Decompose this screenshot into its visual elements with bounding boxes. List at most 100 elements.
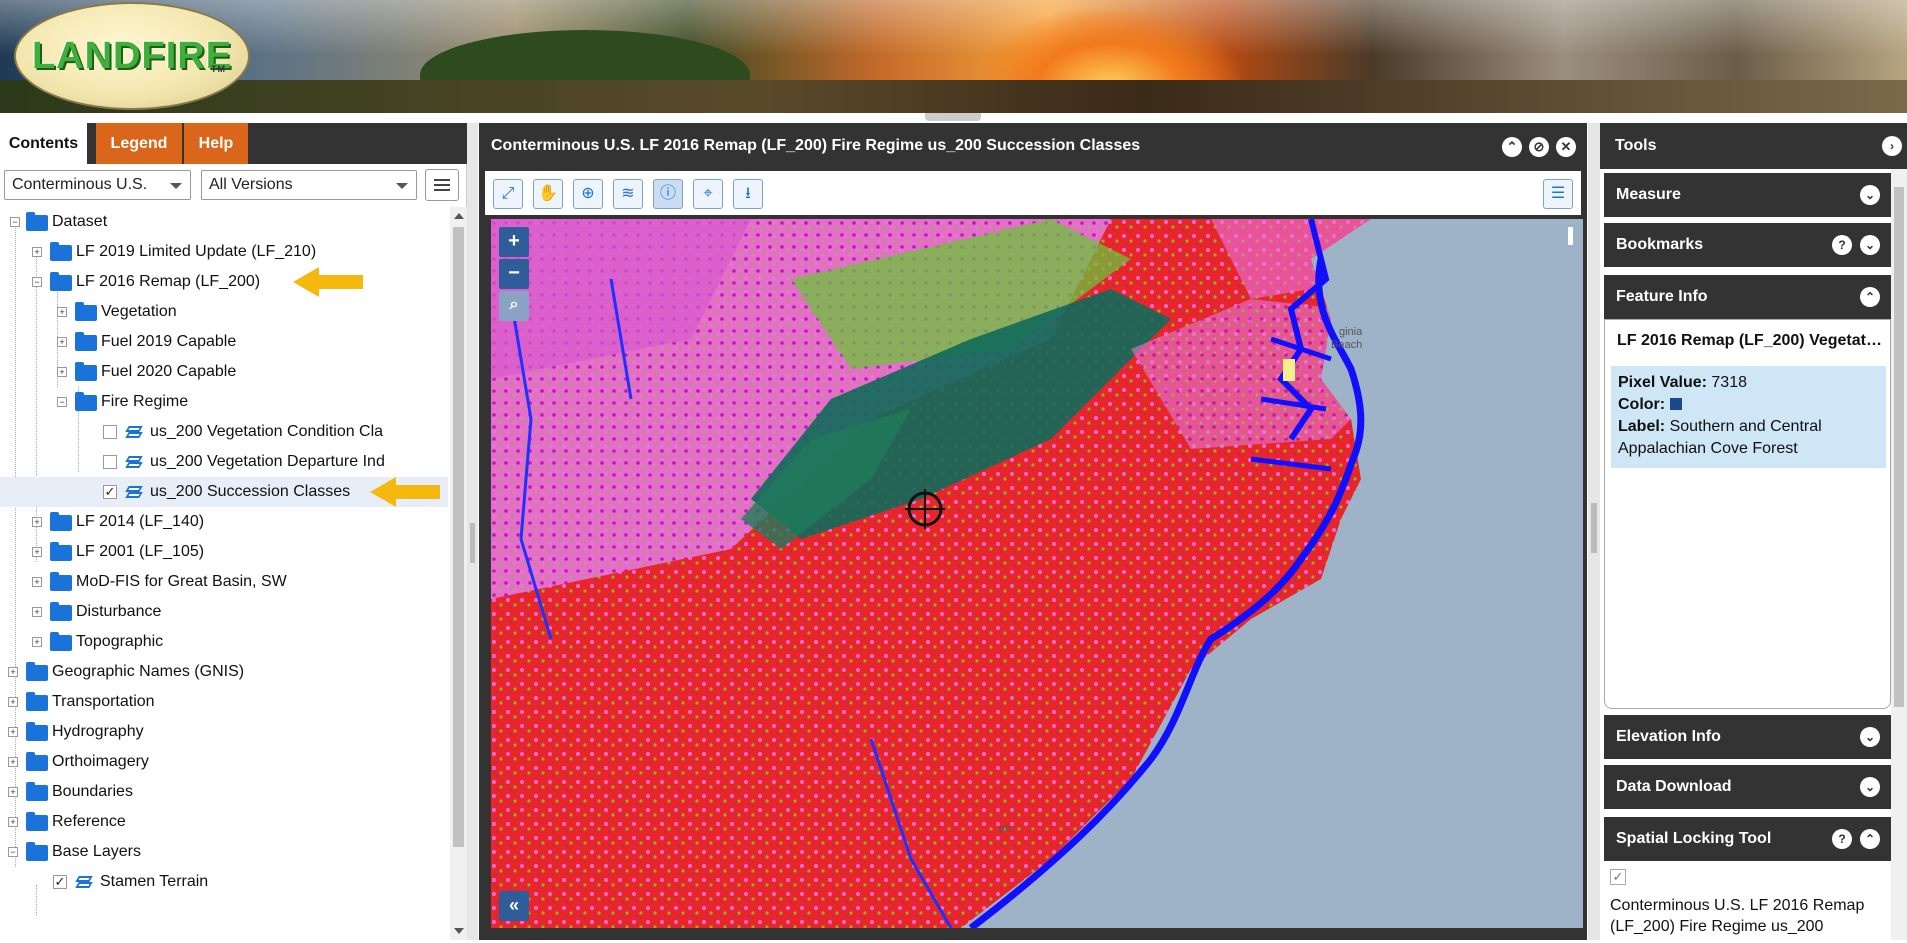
scroll-up-icon[interactable] bbox=[454, 213, 464, 219]
tree-node-lf2016[interactable]: − LF 2016 Remap (LF_200) bbox=[0, 267, 448, 297]
data-download-label: Data Download bbox=[1616, 778, 1732, 795]
expand-icon[interactable]: + bbox=[8, 667, 18, 677]
list-menu-button[interactable] bbox=[425, 169, 459, 201]
chevron-down-icon[interactable]: ⌄ bbox=[1860, 235, 1880, 255]
right-splitter[interactable] bbox=[1588, 123, 1600, 940]
accordion-data-download[interactable]: Data Download ⌄ bbox=[1604, 765, 1891, 809]
tab-help[interactable]: Help bbox=[184, 123, 248, 164]
tree-node-reference[interactable]: + Reference bbox=[0, 807, 448, 837]
pan-hand-icon[interactable]: ✋ bbox=[533, 179, 563, 209]
zoom-in-icon[interactable]: ⊕ bbox=[573, 179, 603, 209]
tree-node-modfis[interactable]: + MoD-FIS for Great Basin, SW bbox=[0, 567, 448, 597]
splitter-grip[interactable] bbox=[1591, 503, 1597, 553]
download-icon[interactable]: ⭳ bbox=[733, 179, 763, 209]
tree-node-topographic[interactable]: + Topographic bbox=[0, 627, 448, 657]
expand-icon[interactable]: + bbox=[32, 247, 42, 257]
tree-node-succession-classes[interactable]: ✓ us_200 Succession Classes bbox=[0, 477, 448, 507]
map-canvas[interactable]: ginia Beach eh + − ⌕ « bbox=[491, 219, 1583, 928]
minimize-button[interactable]: ⌃ bbox=[1502, 137, 1522, 157]
chevron-up-icon[interactable]: ⌃ bbox=[1860, 829, 1880, 849]
expand-icon[interactable]: + bbox=[32, 607, 42, 617]
tree-node-veg-departure[interactable]: us_200 Vegetation Departure Ind bbox=[0, 447, 448, 477]
accordion-measure[interactable]: Measure ⌄ bbox=[1604, 173, 1891, 217]
close-button[interactable]: ✕ bbox=[1556, 137, 1576, 157]
tree-node-lf2019[interactable]: + LF 2019 Limited Update (LF_210) bbox=[0, 237, 448, 267]
layer-checkbox[interactable] bbox=[103, 455, 117, 469]
tree-scrollbar[interactable] bbox=[450, 207, 467, 940]
expand-icon[interactable]: + bbox=[57, 337, 67, 347]
collapse-icon[interactable]: − bbox=[8, 847, 18, 857]
layer-checkbox[interactable] bbox=[103, 425, 117, 439]
expand-icon[interactable]: + bbox=[8, 727, 18, 737]
chevron-down-icon[interactable]: ⌄ bbox=[1860, 727, 1880, 747]
accordion-elevation-info[interactable]: Elevation Info ⌄ bbox=[1604, 715, 1891, 759]
list-view-icon[interactable]: ☰ bbox=[1543, 179, 1573, 209]
swipe-layer-icon[interactable]: ≋ bbox=[613, 179, 643, 209]
accordion-spatial-locking[interactable]: Spatial Locking Tool ? ⌃ bbox=[1604, 817, 1891, 861]
layer-checkbox-checked[interactable]: ✓ bbox=[53, 875, 67, 889]
collapse-icon[interactable]: − bbox=[32, 277, 42, 287]
expand-icon[interactable]: + bbox=[57, 307, 67, 317]
spatial-lock-checkbox[interactable]: ✓ bbox=[1610, 869, 1626, 885]
version-select[interactable]: All Versions bbox=[201, 170, 417, 200]
tree-node-vegetation[interactable]: + Vegetation bbox=[0, 297, 448, 327]
chevron-down-icon[interactable]: ⌄ bbox=[1860, 777, 1880, 797]
region-select[interactable]: Conterminous U.S. bbox=[4, 170, 191, 200]
tree-node-label: Vegetation bbox=[101, 303, 177, 320]
tree-node-disturbance[interactable]: + Disturbance bbox=[0, 597, 448, 627]
expand-icon[interactable]: + bbox=[8, 697, 18, 707]
expand-icon[interactable]: + bbox=[57, 367, 67, 377]
identify-info-icon[interactable]: ⓘ bbox=[653, 179, 683, 209]
collapse-panel-button[interactable]: « bbox=[499, 891, 529, 921]
expand-icon[interactable]: + bbox=[32, 637, 42, 647]
tree-node-transportation[interactable]: + Transportation bbox=[0, 687, 448, 717]
tree-node-lf2001[interactable]: + LF 2001 (LF_105) bbox=[0, 537, 448, 567]
chevron-down-icon[interactable]: ⌄ bbox=[1860, 185, 1880, 205]
landfire-logo[interactable]: LANDFIRE TM bbox=[14, 2, 250, 110]
tree-node-gnis[interactable]: + Geographic Names (GNIS) bbox=[0, 657, 448, 687]
collapse-icon[interactable]: − bbox=[10, 217, 20, 227]
expand-icon[interactable]: + bbox=[8, 787, 18, 797]
tree-node-fire-regime[interactable]: − Fire Regime bbox=[0, 387, 448, 417]
expand-icon[interactable]: + bbox=[32, 547, 42, 557]
tree-node-base-layers[interactable]: − Base Layers bbox=[0, 837, 448, 867]
map-scale-handle[interactable] bbox=[1568, 227, 1573, 245]
tree-node-orthoimagery[interactable]: + Orthoimagery bbox=[0, 747, 448, 777]
tab-legend[interactable]: Legend bbox=[96, 123, 182, 164]
tree-node-boundaries[interactable]: + Boundaries bbox=[0, 777, 448, 807]
tools-scrollbar[interactable] bbox=[1891, 169, 1907, 940]
expand-icon[interactable]: + bbox=[32, 517, 42, 527]
splitter-grip[interactable] bbox=[470, 523, 475, 563]
help-icon[interactable]: ? bbox=[1832, 235, 1852, 255]
tree-node-lf2014[interactable]: + LF 2014 (LF_140) bbox=[0, 507, 448, 537]
tab-contents[interactable]: Contents bbox=[0, 123, 87, 164]
magnifier-icon[interactable]: ⌕ bbox=[499, 291, 529, 321]
zoom-out-button[interactable]: − bbox=[499, 259, 529, 289]
expand-icon[interactable]: + bbox=[8, 757, 18, 767]
restore-button[interactable]: ⊘ bbox=[1529, 137, 1549, 157]
scroll-thumb[interactable] bbox=[1894, 187, 1904, 707]
help-icon[interactable]: ? bbox=[1832, 829, 1852, 849]
top-splitter-handle[interactable] bbox=[925, 113, 981, 121]
tree-node-stamen-terrain[interactable]: ✓ Stamen Terrain bbox=[0, 867, 448, 897]
tree-node-veg-condition[interactable]: us_200 Vegetation Condition Cla bbox=[0, 417, 448, 447]
zoom-in-button[interactable]: + bbox=[499, 227, 529, 257]
bookmarks-label: Bookmarks bbox=[1616, 236, 1704, 253]
tree-node-fuel2019[interactable]: + Fuel 2019 Capable bbox=[0, 327, 448, 357]
map-pin-icon[interactable]: ⌖ bbox=[693, 179, 723, 209]
accordion-feature-info[interactable]: Feature Info ⌃ bbox=[1604, 275, 1891, 319]
expand-icon[interactable]: + bbox=[32, 577, 42, 587]
accordion-bookmarks[interactable]: Bookmarks ? ⌄ bbox=[1604, 223, 1891, 267]
expand-icon[interactable]: + bbox=[8, 817, 18, 827]
full-extent-icon[interactable]: ⤢ bbox=[493, 179, 523, 209]
scroll-down-icon[interactable] bbox=[454, 928, 464, 934]
tree-node-dataset[interactable]: − Dataset bbox=[0, 207, 448, 237]
collapse-icon[interactable]: − bbox=[57, 397, 67, 407]
tree-node-fuel2020[interactable]: + Fuel 2020 Capable bbox=[0, 357, 448, 387]
tree-node-hydrography[interactable]: + Hydrography bbox=[0, 717, 448, 747]
left-splitter[interactable] bbox=[467, 123, 478, 940]
chevron-up-icon[interactable]: ⌃ bbox=[1860, 287, 1880, 307]
scroll-thumb[interactable] bbox=[453, 227, 464, 847]
arrow-right-icon[interactable]: › bbox=[1882, 136, 1902, 156]
layer-checkbox-checked[interactable]: ✓ bbox=[103, 485, 117, 499]
